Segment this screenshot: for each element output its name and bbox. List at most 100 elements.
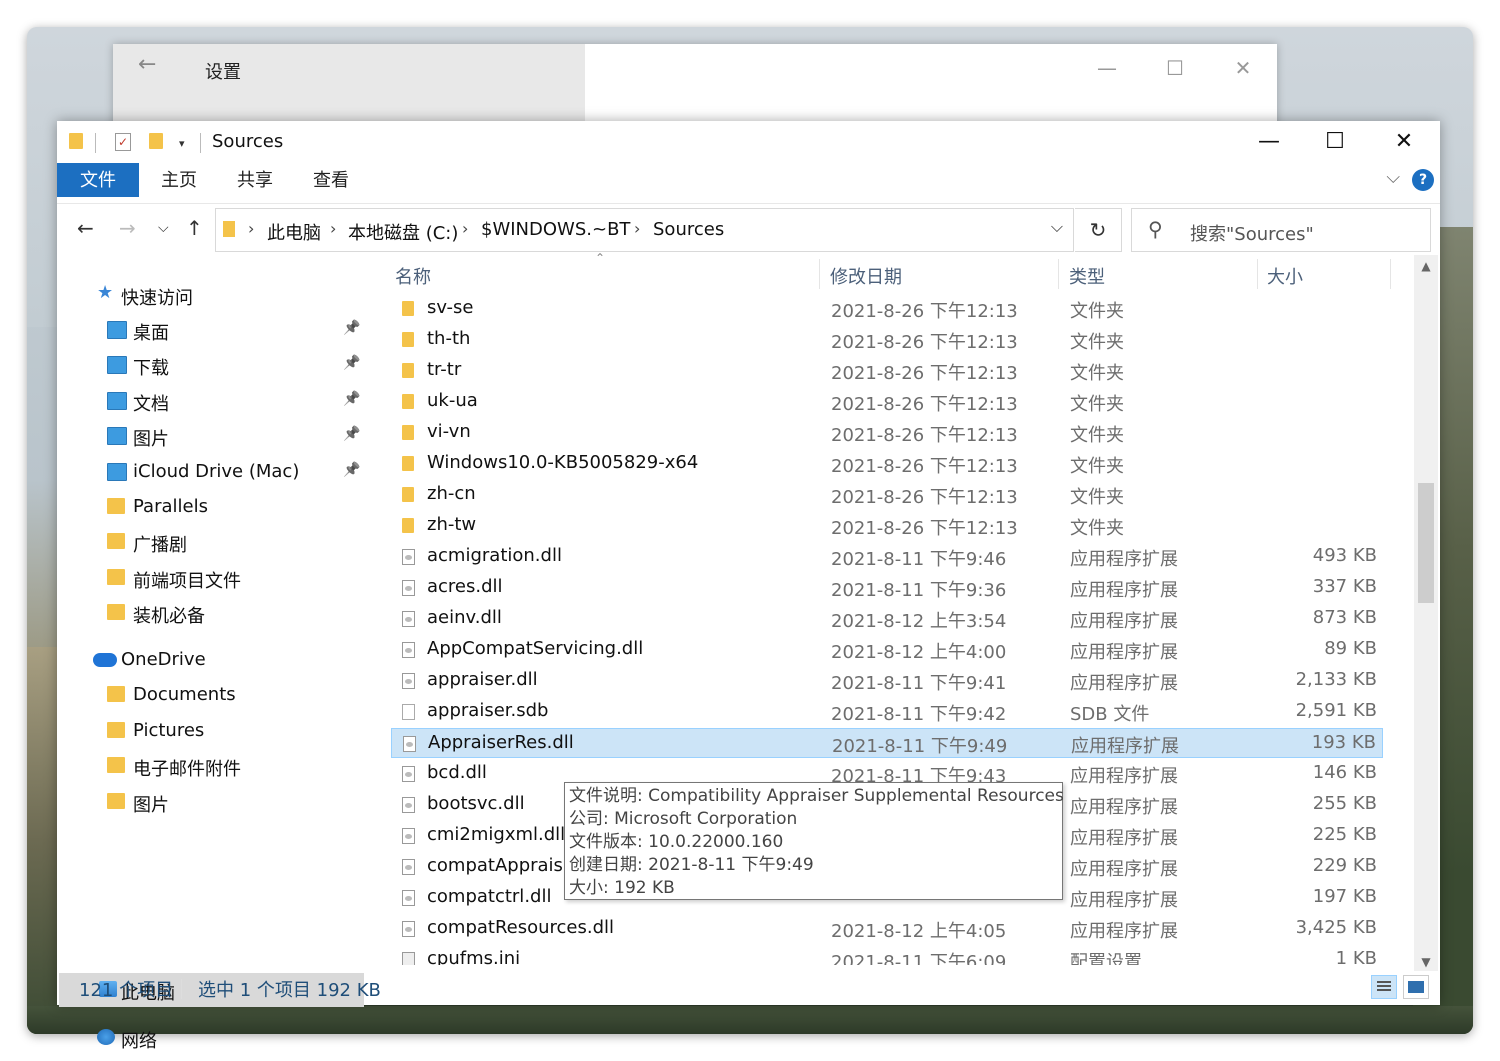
file-row[interactable]: appraiser.dll 2021-8-11 下午9:41 应用程序扩展 2,133… — [391, 666, 1383, 696]
nav-item-quick-3[interactable]: 图片 📌 — [57, 419, 365, 453]
back-arrow-icon[interactable]: ← — [138, 52, 156, 77]
recent-locations-icon[interactable]: ⌵ — [158, 220, 169, 236]
large-icons-view-button[interactable] — [1403, 975, 1429, 999]
breadcrumb-windows-bt[interactable]: $WINDOWS.~BT — [481, 219, 630, 240]
help-icon[interactable]: ? — [1412, 169, 1434, 191]
file-row[interactable]: acres.dll 2021-8-11 下午9:36 应用程序扩展 337 KB — [391, 573, 1383, 603]
forward-arrow-icon[interactable]: → — [119, 216, 136, 240]
file-name: compatResources.dll — [427, 917, 615, 938]
up-arrow-icon[interactable]: ↑ — [186, 216, 203, 240]
nav-item-quick-5[interactable]: Parallels — [57, 490, 365, 524]
nav-item-onedrive-2[interactable]: 电子邮件附件 — [57, 749, 365, 783]
folder-icon — [402, 363, 414, 378]
nav-item-quick-1[interactable]: 下载 📌 — [57, 348, 365, 382]
nav-onedrive[interactable]: OneDrive — [57, 643, 365, 677]
nav-item-onedrive-0[interactable]: Documents — [57, 678, 365, 712]
address-bar[interactable]: › 此电脑 › 本地磁盘 (C:) › $WINDOWS.~BT › Sourc… — [215, 208, 1074, 252]
tooltip-size: 大小: 192 KB — [569, 878, 675, 898]
chevron-right-icon[interactable]: › — [462, 219, 468, 238]
chevron-right-icon[interactable]: › — [634, 219, 640, 238]
column-header-type[interactable]: 类型 — [1069, 263, 1105, 289]
column-header-date[interactable]: 修改日期 — [830, 263, 902, 289]
file-row[interactable]: th-th 2021-8-26 下午12:13 文件夹 — [391, 325, 1383, 355]
file-row[interactable]: sv-se 2021-8-26 下午12:13 文件夹 — [391, 294, 1383, 324]
close-button[interactable]: ✕ — [1384, 127, 1424, 157]
folder-icon — [107, 427, 127, 446]
vertical-scrollbar[interactable]: ▲ ▼ — [1414, 255, 1438, 971]
nav-item-quick-0[interactable]: 桌面 📌 — [57, 313, 365, 347]
chevron-right-icon[interactable]: › — [330, 219, 336, 238]
column-header-size[interactable]: 大小 — [1267, 263, 1303, 289]
chevron-down-icon[interactable]: ⌵ — [1386, 167, 1400, 188]
scroll-down-icon[interactable]: ▼ — [1414, 955, 1438, 969]
search-box[interactable]: ⚲ 搜索"Sources" — [1131, 208, 1431, 252]
file-row[interactable]: AppCompatServicing.dll 2021-8-12 上午4:00 应用… — [391, 635, 1383, 665]
file-name: sv-se — [427, 297, 474, 318]
file-explorer-window: ✓ ▾ Sources — ☐ ✕ 文件 主页 共享 查看 ⌵ ? ← → ⌵ … — [57, 121, 1440, 1052]
file-date: 2021-8-26 下午12:13 — [831, 425, 1018, 446]
file-row[interactable]: vi-vn 2021-8-26 下午12:13 文件夹 — [391, 418, 1383, 448]
file-type: 应用程序扩展 — [1070, 797, 1178, 818]
file-date: 2021-8-11 下午6:09 — [831, 952, 1007, 965]
close-button[interactable]: ✕ — [1228, 56, 1258, 80]
dll-file-icon — [402, 642, 415, 658]
breadcrumb-this-pc[interactable]: 此电脑 — [267, 219, 321, 245]
file-row[interactable]: compatResources.dll 2021-8-12 上午4:05 应用程序扩… — [391, 914, 1383, 944]
file-row[interactable]: cpufms.ini 2021-8-11 下午6:09 配置设置 1 KB — [391, 945, 1383, 965]
refresh-icon[interactable]: ↻ — [1075, 208, 1122, 252]
scroll-thumb[interactable] — [1418, 483, 1434, 603]
file-row[interactable]: acmigration.dll 2021-8-11 下午9:46 应用程序扩展 493… — [391, 542, 1383, 572]
nav-quick-access[interactable]: ★ 快速访问 — [57, 278, 365, 312]
nav-network[interactable]: 网络 — [57, 1021, 365, 1055]
nav-item-quick-6[interactable]: 广播剧 — [57, 525, 365, 559]
file-row[interactable]: zh-cn 2021-8-26 下午12:13 文件夹 — [391, 480, 1383, 510]
folder-icon — [402, 332, 414, 347]
nav-label: 图片 — [133, 429, 169, 451]
nav-item-quick-7[interactable]: 前端项目文件 — [57, 561, 365, 595]
file-row[interactable]: Windows10.0-KB5005829-x64 2021-8-26 下午12:… — [391, 449, 1383, 479]
file-row[interactable]: uk-ua 2021-8-26 下午12:13 文件夹 — [391, 387, 1383, 417]
nav-item-quick-2[interactable]: 文档 📌 — [57, 384, 365, 418]
tab-view[interactable]: 查看 — [301, 163, 361, 197]
file-row[interactable]: appraiser.sdb 2021-8-11 下午9:42 SDB 文件 2,591… — [391, 697, 1383, 727]
breadcrumb-local-disk[interactable]: 本地磁盘 (C:) — [348, 219, 458, 245]
chevron-down-icon[interactable]: ⌵ — [1051, 217, 1063, 237]
column-divider[interactable] — [1390, 259, 1391, 289]
new-folder-icon[interactable] — [149, 133, 163, 149]
tab-file[interactable]: 文件 — [57, 163, 139, 197]
column-header-name[interactable]: 名称 — [395, 263, 431, 289]
file-size: 493 KB — [1312, 545, 1377, 566]
scroll-up-icon[interactable]: ▲ — [1414, 259, 1438, 273]
properties-icon[interactable]: ✓ — [115, 133, 131, 151]
folder-icon — [107, 721, 125, 738]
file-row[interactable]: tr-tr 2021-8-26 下午12:13 文件夹 — [391, 356, 1383, 386]
file-date: 2021-8-26 下午12:13 — [831, 487, 1018, 508]
pin-icon[interactable]: 📌 — [343, 320, 360, 336]
file-row[interactable]: aeinv.dll 2021-8-12 上午3:54 应用程序扩展 873 KB — [391, 604, 1383, 634]
tab-home[interactable]: 主页 — [149, 163, 209, 197]
column-divider[interactable] — [819, 259, 820, 289]
nav-item-quick-4[interactable]: iCloud Drive (Mac) 📌 — [57, 455, 365, 489]
pin-icon[interactable]: 📌 — [343, 426, 360, 442]
file-row[interactable]: zh-tw 2021-8-26 下午12:13 文件夹 — [391, 511, 1383, 541]
minimize-button[interactable]: — — [1092, 56, 1122, 80]
chevron-right-icon[interactable]: › — [248, 219, 254, 238]
nav-item-quick-8[interactable]: 装机必备 — [57, 596, 365, 630]
tab-share[interactable]: 共享 — [225, 163, 285, 197]
back-arrow-icon[interactable]: ← — [77, 216, 94, 240]
details-view-button[interactable] — [1371, 975, 1397, 999]
nav-item-onedrive-1[interactable]: Pictures — [57, 714, 365, 748]
breadcrumb-sources[interactable]: Sources — [653, 219, 724, 240]
customize-toolbar-icon[interactable]: ▾ — [179, 137, 185, 157]
nav-item-onedrive-3[interactable]: 图片 — [57, 785, 365, 819]
column-divider[interactable] — [1058, 259, 1059, 289]
column-divider[interactable] — [1257, 259, 1258, 289]
pin-icon[interactable]: 📌 — [343, 391, 360, 407]
maximize-button[interactable]: ☐ — [1315, 127, 1355, 157]
file-row[interactable]: AppraiserRes.dll 2021-8-11 下午9:49 应用程序扩展 19… — [391, 728, 1383, 758]
file-name: cpufms.ini — [427, 948, 521, 965]
minimize-button[interactable]: — — [1249, 127, 1289, 157]
maximize-button[interactable]: ☐ — [1160, 56, 1190, 80]
pin-icon[interactable]: 📌 — [343, 462, 360, 478]
pin-icon[interactable]: 📌 — [343, 355, 360, 371]
